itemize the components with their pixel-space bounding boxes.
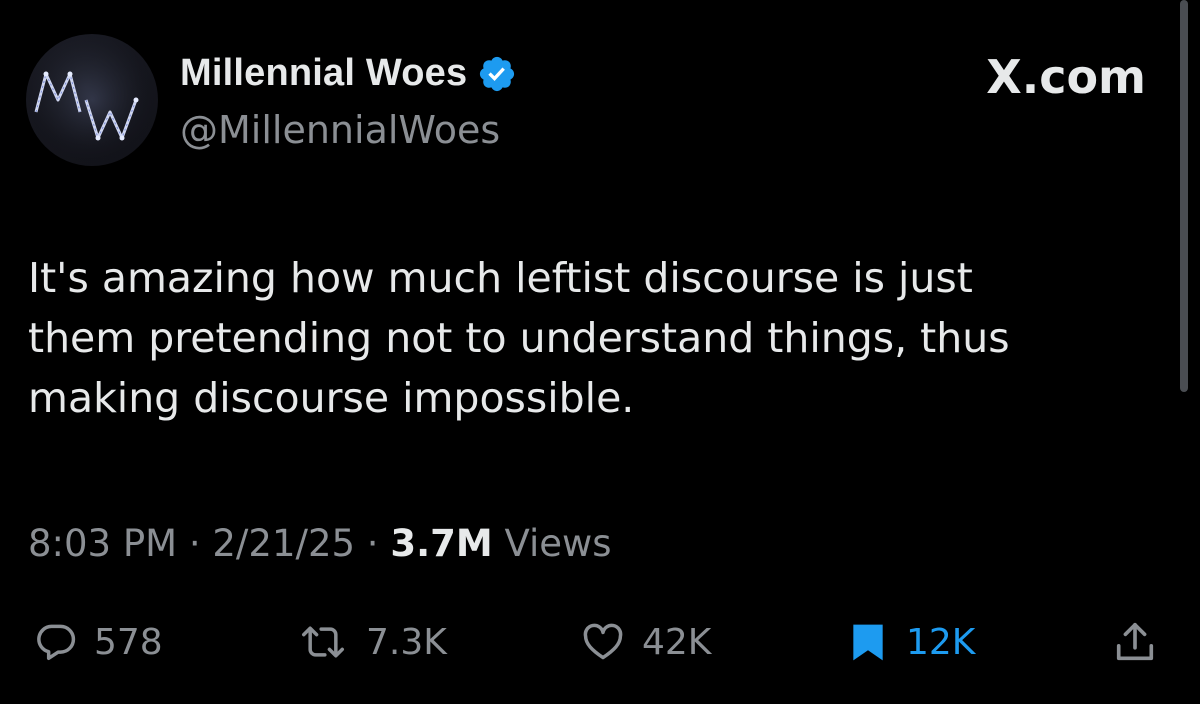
like-count: 42K [642, 621, 712, 663]
action-bar: 578 7.3K 42K 12K [0, 612, 1200, 672]
repost-button[interactable]: 7.3K [296, 612, 447, 672]
share-icon [1116, 622, 1154, 661]
bookmark-count: 12K [906, 621, 976, 663]
repost-icon [302, 626, 344, 658]
views-label: Views [504, 522, 612, 565]
tweet-text-line: It's amazing how much leftist discourse … [28, 254, 973, 302]
avatar[interactable] [26, 34, 158, 166]
avatar-monogram-icon [26, 34, 158, 166]
reply-icon [37, 624, 76, 661]
heart-icon [583, 623, 623, 660]
verified-badge-icon [480, 56, 515, 91]
bookmark-icon [853, 624, 883, 661]
tweet-text-line: making discourse impossible. [28, 374, 635, 422]
views-count[interactable]: 3.7M [390, 522, 492, 565]
like-button[interactable]: 42K [580, 612, 711, 672]
site-watermark: X.com [986, 50, 1146, 104]
author-display-name[interactable]: Millennial Woes [180, 52, 467, 95]
repost-count: 7.3K [366, 621, 447, 663]
share-button[interactable] [1112, 612, 1158, 672]
reply-count: 578 [94, 621, 163, 663]
meta-separator: · [366, 522, 379, 565]
bookmark-button[interactable]: 12K [846, 612, 975, 672]
tweet-text-line: them pretending not to understand things… [28, 314, 1010, 362]
tweet-card: Millennial Woes @MillennialWoes X.com It… [0, 0, 1200, 704]
tweet-date[interactable]: 2/21/25 [212, 522, 355, 565]
author-name-row[interactable]: Millennial Woes [180, 52, 517, 95]
tweet-time[interactable]: 8:03 PM [28, 522, 177, 565]
tweet-body: It's amazing how much leftist discourse … [28, 248, 1148, 428]
meta-separator: · [188, 522, 201, 565]
scrollbar[interactable] [1180, 0, 1188, 392]
author-handle[interactable]: @MillennialWoes [180, 108, 500, 152]
tweet-meta: 8:03 PM · 2/21/25 · 3.7M Views [28, 522, 612, 565]
reply-button[interactable]: 578 [34, 612, 163, 672]
